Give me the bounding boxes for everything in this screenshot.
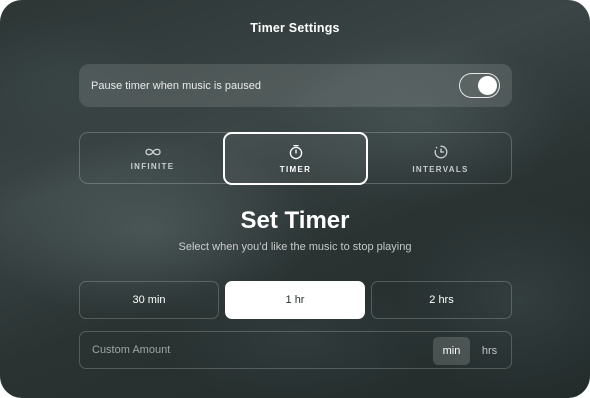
timer-mode-selector: INFINITE TIMER INTERVALS	[79, 132, 513, 185]
preset-1-hr-button[interactable]: 1 hr	[225, 281, 365, 319]
custom-amount-field: min hrs	[79, 331, 512, 369]
mode-timer-label: TIMER	[279, 164, 312, 174]
timer-settings-panel: Timer Settings Pause timer when music is…	[0, 0, 590, 398]
unit-hrs-button[interactable]: hrs	[471, 337, 508, 365]
mode-timer[interactable]: TIMER	[223, 132, 368, 185]
mode-intervals[interactable]: INTERVALS	[368, 133, 513, 185]
pause-timer-setting: Pause timer when music is paused	[79, 64, 512, 107]
mode-intervals-label: INTERVALS	[412, 165, 469, 174]
pause-timer-label: Pause timer when music is paused	[91, 79, 261, 92]
preset-2-hrs-button[interactable]: 2 hrs	[371, 281, 512, 319]
custom-amount-input[interactable]	[80, 332, 420, 368]
intervals-clock-icon	[434, 145, 447, 159]
section-heading: Set Timer	[240, 207, 350, 234]
pause-timer-toggle[interactable]	[459, 73, 500, 98]
unit-min-button[interactable]: min	[433, 337, 470, 365]
mode-infinite-label: INFINITE	[130, 162, 175, 171]
infinity-icon	[144, 148, 161, 156]
toggle-knob	[478, 76, 497, 95]
mode-infinite[interactable]: INFINITE	[80, 133, 225, 185]
page-title: Timer Settings	[250, 21, 340, 35]
stopwatch-icon	[289, 144, 302, 159]
preset-30-min-button[interactable]: 30 min	[79, 281, 219, 319]
section-subheading: Select when you’d like the music to stop…	[178, 241, 412, 253]
